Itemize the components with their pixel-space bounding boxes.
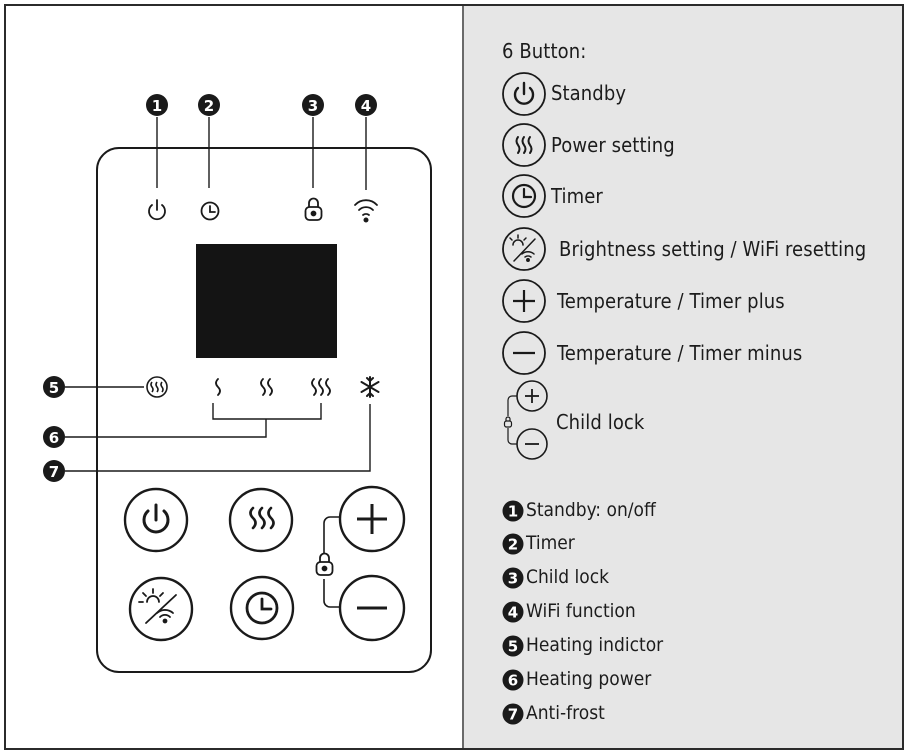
svg-text:6: 6 xyxy=(49,429,59,447)
minus-button[interactable] xyxy=(338,574,406,642)
callout-3: 3 xyxy=(302,94,324,116)
clock-icon xyxy=(502,174,546,218)
buttons-header: 6 Button: xyxy=(502,39,587,63)
svg-text:5: 5 xyxy=(49,379,59,397)
indicator-2-label: Timer xyxy=(526,532,575,554)
standby-button[interactable] xyxy=(123,487,189,553)
standby-label: Standby xyxy=(551,81,627,105)
indicator-6-label: Heating power xyxy=(526,668,652,690)
indicator-3-label: Child lock xyxy=(526,566,610,588)
child-lock-label: Child lock xyxy=(556,410,645,434)
number-5-badge: 5 xyxy=(502,635,524,657)
indicator-1-label: Standby: on/off xyxy=(526,499,656,521)
heat-waves-icon xyxy=(502,123,546,167)
timer-label: Timer xyxy=(551,184,603,208)
indicator-4-label: WiFi function xyxy=(526,600,636,622)
plus-icon xyxy=(502,279,546,323)
svg-text:3: 3 xyxy=(508,570,518,588)
number-7-badge: 7 xyxy=(502,703,524,725)
number-1-badge: 1 xyxy=(502,500,524,522)
callout-7: 7 xyxy=(43,460,65,482)
brightness-wifi-icon xyxy=(502,227,546,271)
minus-label: Temperature / Timer minus xyxy=(557,341,803,365)
plus-label: Temperature / Timer plus xyxy=(557,289,785,313)
svg-text:2: 2 xyxy=(204,97,214,115)
power-icon xyxy=(502,72,546,116)
svg-text:5: 5 xyxy=(508,638,518,656)
callout-2: 2 xyxy=(198,94,220,116)
callout-6: 6 xyxy=(43,426,65,448)
child-lock-icon xyxy=(503,380,548,460)
display-screen xyxy=(196,244,337,358)
svg-text:6: 6 xyxy=(508,672,518,690)
number-6-badge: 6 xyxy=(502,669,524,691)
timer-button[interactable] xyxy=(229,575,295,641)
brightness-wifi-button[interactable] xyxy=(128,576,194,642)
power-setting-button[interactable] xyxy=(228,487,294,553)
svg-text:7: 7 xyxy=(49,463,59,481)
callout-5: 5 xyxy=(43,376,65,398)
control-panel-diagram: 1 2 3 4 5 6 7 xyxy=(6,6,462,748)
svg-text:4: 4 xyxy=(361,97,371,115)
plus-button[interactable] xyxy=(338,485,406,553)
callout-1: 1 xyxy=(146,94,168,116)
svg-text:1: 1 xyxy=(508,503,518,521)
svg-text:4: 4 xyxy=(508,604,518,622)
figure-frame: 1 2 3 4 5 6 7 6 Button: Standby Power se… xyxy=(4,4,904,750)
indicator-5-label: Heating indictor xyxy=(526,634,664,656)
brightness-label: Brightness setting / WiFi resetting xyxy=(559,237,867,261)
number-2-badge: 2 xyxy=(502,533,524,555)
svg-text:7: 7 xyxy=(508,706,518,724)
indicator-7-label: Anti-frost xyxy=(526,702,605,724)
callout-4: 4 xyxy=(355,94,377,116)
power-setting-label: Power setting xyxy=(551,133,675,157)
number-3-badge: 3 xyxy=(502,567,524,589)
legend-panel: 6 Button: Standby Power setting Timer Br… xyxy=(462,6,902,748)
svg-text:1: 1 xyxy=(152,97,162,115)
number-4-badge: 4 xyxy=(502,601,524,623)
svg-text:3: 3 xyxy=(308,97,318,115)
control-panel-svg: 1 2 3 4 5 6 7 xyxy=(43,94,432,673)
minus-icon xyxy=(502,331,546,375)
svg-text:2: 2 xyxy=(508,536,518,554)
